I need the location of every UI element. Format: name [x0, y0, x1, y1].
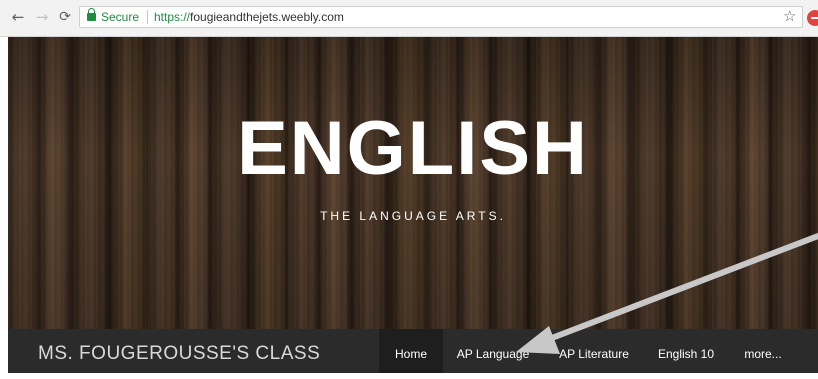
hero-banner: ENGLISH THE LANGUAGE ARTS. — [8, 37, 818, 329]
forward-icon[interactable]: → — [34, 9, 50, 25]
browser-toolbar: ← → ⟳ Secure https://fougieandthejets.we… — [0, 0, 818, 37]
nav-item-english-10[interactable]: English 10 — [651, 329, 721, 373]
hero-subtitle: THE LANGUAGE ARTS. — [320, 209, 506, 223]
nav-item-home[interactable]: Home — [379, 329, 443, 373]
url-host: fougieandthejets.weebly.com — [190, 10, 344, 24]
secure-label: Secure — [101, 10, 140, 24]
extension-icon[interactable] — [807, 10, 818, 26]
url-text[interactable]: https://fougieandthejets.weebly.com — [154, 10, 344, 24]
reload-icon[interactable]: ⟳ — [57, 9, 73, 25]
url-scheme: https:// — [154, 10, 191, 24]
address-bar[interactable]: Secure https://fougieandthejets.weebly.c… — [79, 6, 803, 28]
hero-title: ENGLISH — [237, 106, 589, 191]
site-title[interactable]: MS. FOUGEROUSSE'S CLASS — [38, 343, 320, 365]
nav-item-ap-literature[interactable]: AP Literature — [551, 329, 637, 373]
back-icon[interactable]: ← — [10, 9, 26, 25]
url-divider — [147, 10, 148, 24]
nav-item-ap-language[interactable]: AP Language — [448, 329, 538, 373]
site-navbar: MS. FOUGEROUSSE'S CLASS Home AP Language… — [8, 329, 818, 373]
star-icon[interactable]: ☆ — [783, 8, 796, 24]
nav-item-more[interactable]: more... — [735, 329, 791, 373]
lock-icon — [87, 8, 96, 21]
